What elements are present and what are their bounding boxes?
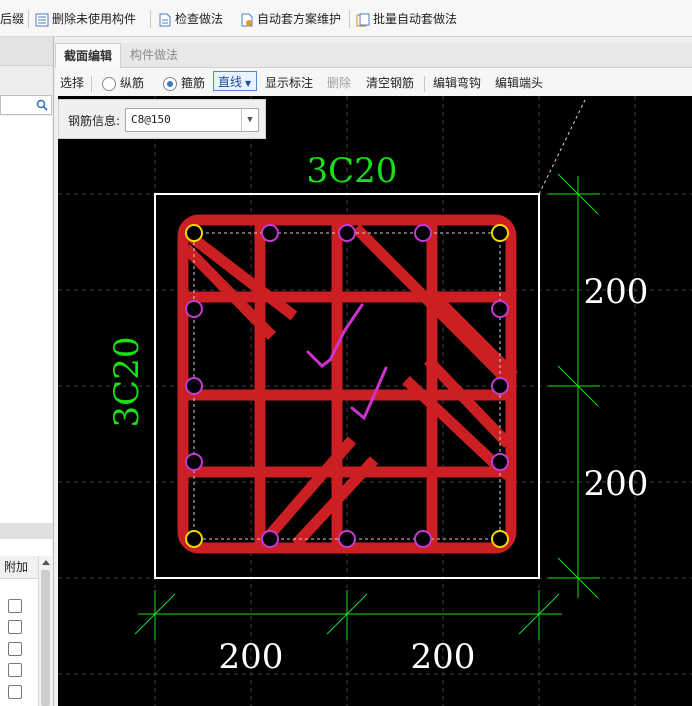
chevron-down-icon: ▼ <box>245 79 252 88</box>
radio-longitudinal[interactable]: 纵筋 <box>102 74 144 92</box>
search-icon[interactable] <box>36 99 48 111</box>
top-toolbar: 后缀 删除未使用构件 检查做法 自动套方案维护 批量自动套做法 <box>0 0 692 37</box>
drawing-canvas[interactable]: 3C20 3C20 200 200 200 200 <box>58 96 692 706</box>
auto-scheme-button[interactable]: 自动套方案维护 <box>240 9 341 29</box>
toolbar-separator <box>91 76 92 92</box>
show-labels-button[interactable]: 显示标注 <box>265 74 313 92</box>
tab-component-method[interactable]: 构件做法 <box>122 43 186 67</box>
stirrups <box>177 214 518 554</box>
scroll-up-icon[interactable] <box>39 556 53 568</box>
rebar-info-field[interactable]: C8@150 ▼ <box>125 108 259 132</box>
edit-hook-button[interactable]: 编辑弯钩 <box>433 74 481 92</box>
radio-stirrup[interactable]: 箍筋 <box>163 74 205 92</box>
toolbar-separator <box>150 10 151 28</box>
dimension-right-upper: 200 <box>584 272 649 312</box>
tab-section-edit[interactable]: 截面编辑 <box>55 43 122 68</box>
dimension-bottom-left: 200 <box>219 637 284 677</box>
dimension-bottom-right: 200 <box>411 637 476 677</box>
clear-rebar-button[interactable]: 清空钢筋 <box>366 74 414 92</box>
toolbar-separator <box>349 10 350 28</box>
select-button[interactable]: 选择 <box>60 74 84 92</box>
scrollbar-thumb[interactable] <box>41 570 50 706</box>
left-panel-header <box>0 37 53 66</box>
checkbox[interactable] <box>8 642 22 656</box>
delete-unused-button[interactable]: 删除未使用构件 <box>35 9 136 29</box>
chevron-down-icon[interactable]: ▼ <box>241 109 258 131</box>
dimension-right-lower: 200 <box>584 464 649 504</box>
radio-button[interactable] <box>102 76 116 91</box>
editor-tabs: 截面编辑 构件做法 <box>55 43 692 68</box>
batch-document-icon <box>356 13 370 27</box>
rebar-info-panel: 钢筋信息: C8@150 ▼ <box>58 99 266 139</box>
checkbox[interactable] <box>8 599 22 613</box>
radio-button-selected[interactable] <box>163 76 177 91</box>
column-header-extra: 附加 <box>0 556 42 579</box>
checkbox[interactable] <box>8 685 22 699</box>
toolbar-separator <box>28 10 29 28</box>
property-table: 附加 <box>0 556 53 706</box>
component-list[interactable] <box>0 116 52 557</box>
list-icon <box>35 13 49 27</box>
section-toolbar: 选择 纵筋 箍筋 直线 ▼ 显示标注 删除 清空钢筋 编辑弯钩 编辑端头 <box>55 68 692 96</box>
checkbox[interactable] <box>8 620 22 634</box>
top-bar-label: 3C20 <box>307 151 398 191</box>
left-panel-divider <box>0 523 53 539</box>
edit-end-button[interactable]: 编辑端头 <box>495 74 543 92</box>
document-gear-icon <box>240 13 254 27</box>
delete-button[interactable]: 删除 <box>327 74 351 92</box>
check-method-button[interactable]: 检查做法 <box>158 9 223 29</box>
search-input[interactable] <box>0 95 52 115</box>
toolbar-separator <box>424 76 425 92</box>
document-check-icon <box>158 13 172 27</box>
line-mode-select[interactable]: 直线 ▼ <box>213 71 257 91</box>
rebar-info-label: 钢筋信息: <box>68 114 121 128</box>
checkbox[interactable] <box>8 663 22 677</box>
toolbar-suffix[interactable]: 后缀 <box>0 9 24 29</box>
left-panel: 附加 <box>0 37 54 706</box>
vertical-scrollbar[interactable] <box>38 556 53 706</box>
section-drawing[interactable]: 3C20 3C20 200 200 200 200 <box>58 96 692 706</box>
batch-auto-button[interactable]: 批量自动套做法 <box>356 9 457 29</box>
side-bar-label: 3C20 <box>107 337 147 428</box>
